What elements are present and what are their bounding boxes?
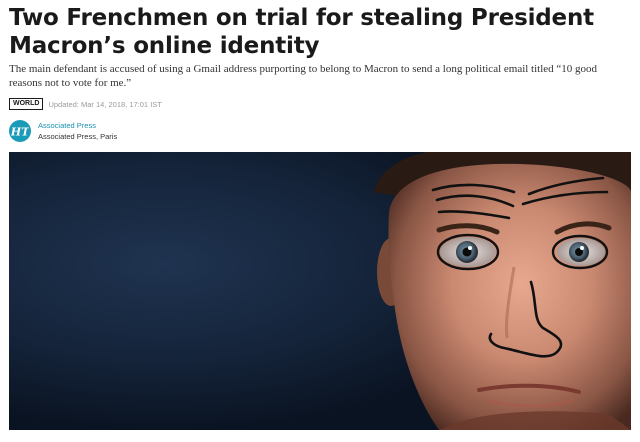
ht-logo-icon: HT xyxy=(9,120,31,142)
article-meta: WORLD Updated: Mar 14, 2018, 17:01 IST xyxy=(9,97,162,111)
portrait-photo-icon xyxy=(9,152,631,430)
section-tag-link[interactable]: WORLD xyxy=(9,98,44,110)
article-headline: Two Frenchmen on trial for stealing Pres… xyxy=(9,5,594,59)
author-location: Associated Press, Paris xyxy=(38,132,118,141)
article-page: Two Frenchmen on trial for stealing Pres… xyxy=(0,0,640,442)
updated-timestamp: Updated: Mar 14, 2018, 17:01 IST xyxy=(48,99,162,109)
article-standfirst: The main defendant is accused of using a… xyxy=(9,63,598,89)
article-photo xyxy=(9,152,631,430)
author-link[interactable]: Associated Press xyxy=(38,120,117,131)
byline: HT Associated Press Associated Press, Pa… xyxy=(9,118,117,144)
ht-logo-text: HT xyxy=(11,126,29,139)
